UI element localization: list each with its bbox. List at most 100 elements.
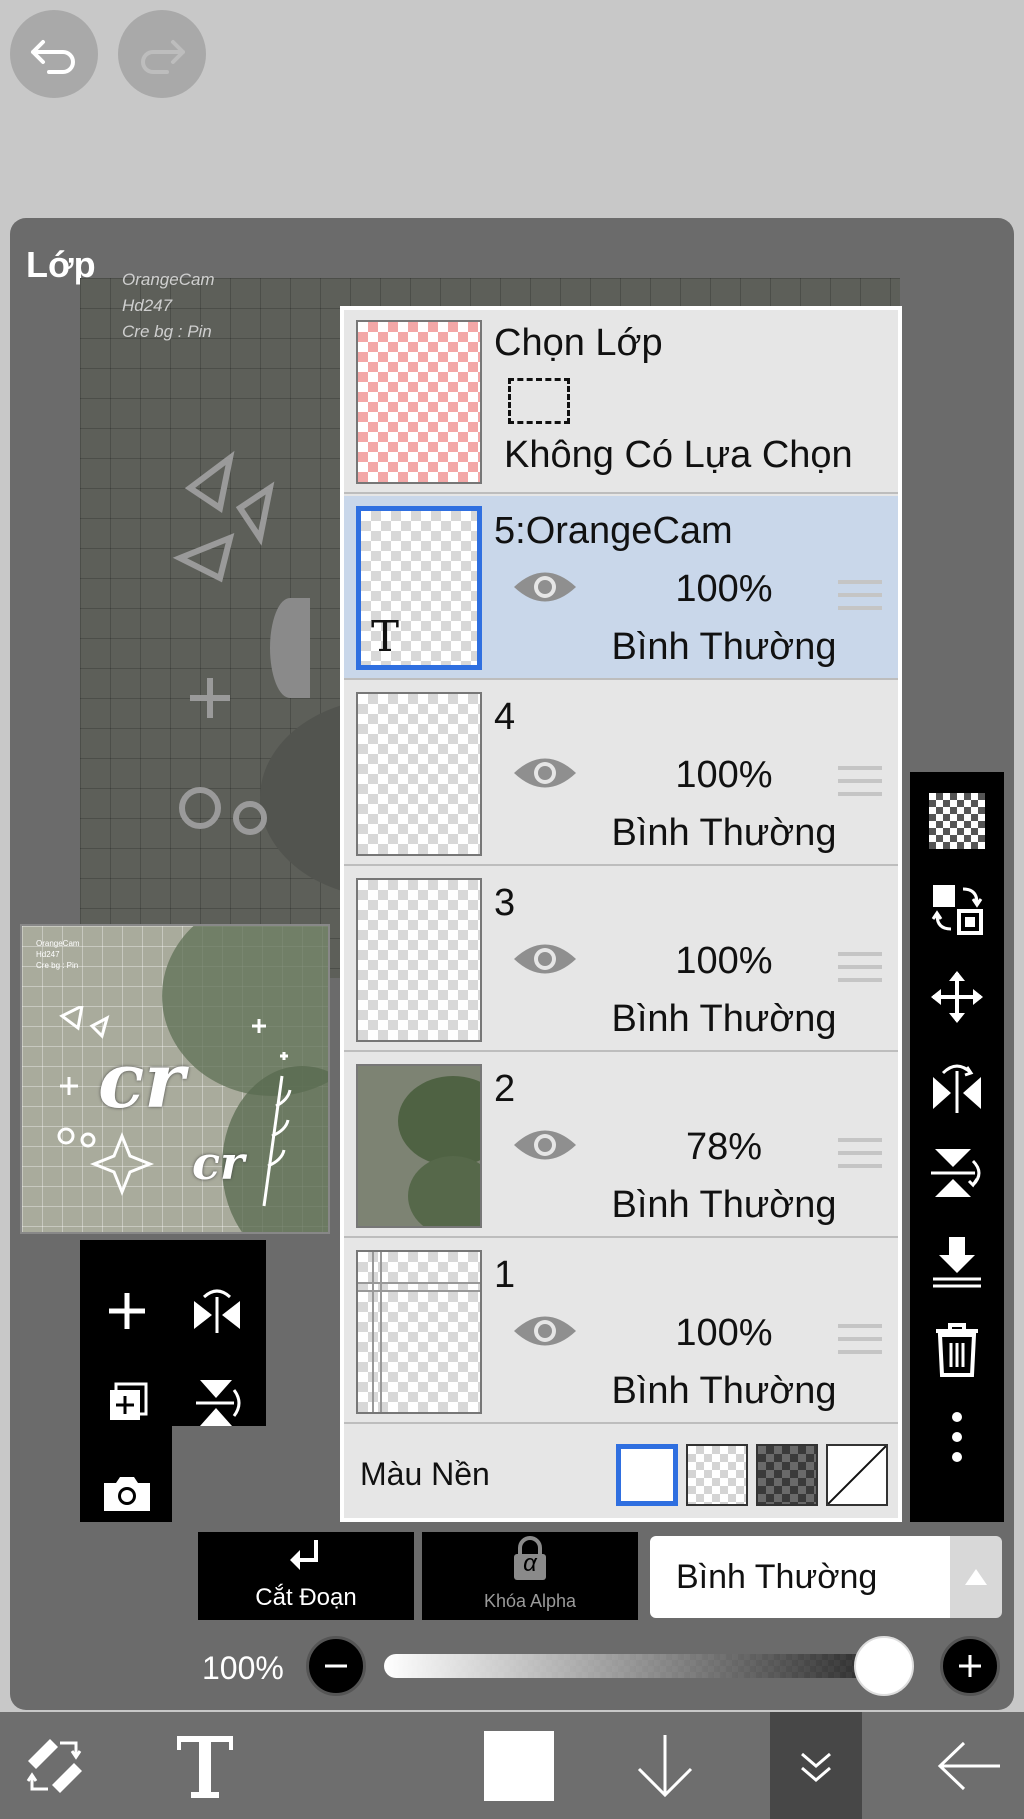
trash-icon (936, 1323, 978, 1377)
arrow-down-icon (637, 1734, 693, 1797)
layer-row-2[interactable]: 2 78% Bình Thường (344, 1054, 898, 1238)
arrow-left-icon (937, 1741, 1000, 1790)
flip-vertical-button[interactable] (922, 1138, 992, 1208)
watermark-line: Cre bg : Pin (122, 322, 212, 341)
visibility-toggle[interactable] (512, 1310, 578, 1357)
eye-icon (514, 758, 576, 788)
layer-row-5[interactable]: T 5:OrangeCam 100% Bình Thường (344, 496, 898, 680)
text-tool-button[interactable] (150, 1712, 260, 1819)
add-layer-button[interactable] (92, 1276, 162, 1346)
visibility-toggle[interactable] (512, 1124, 578, 1171)
more-options-button[interactable] (922, 1402, 992, 1472)
layer-name: 4 (494, 696, 516, 738)
opacity-label: 100% (202, 1650, 284, 1686)
selection-layer-title: Chọn Lớp (494, 322, 663, 364)
bg-swatch-white[interactable] (616, 1444, 678, 1506)
transparent-fill-button[interactable] (922, 786, 992, 856)
redo-button[interactable] (118, 10, 206, 98)
swap-icon (931, 885, 983, 935)
camera-icon (104, 1477, 150, 1511)
undo-button[interactable] (10, 10, 98, 98)
layers-panel-toggle[interactable] (770, 1712, 862, 1819)
background-color-label: Màu Nền (360, 1456, 490, 1492)
drag-handle-icon[interactable] (838, 1138, 882, 1177)
visibility-toggle[interactable] (512, 566, 578, 613)
current-color-swatch (484, 1730, 554, 1801)
layer-list: Chọn Lớp Không Có Lựa Chọn T 5:OrangeCam… (340, 306, 902, 1522)
visibility-toggle[interactable] (512, 752, 578, 799)
clipping-label: Cắt Đoạn (255, 1584, 357, 1611)
layer-thumbnail: T (356, 506, 482, 670)
checker-icon (929, 793, 985, 849)
blend-mode-select[interactable]: Bình Thường (650, 1536, 950, 1618)
text-tool-icon (177, 1735, 233, 1798)
layer-panel: Lớp OrangeCam Hd247 Cre bg : Pin OrangeC… (10, 218, 1014, 1710)
triangle-up-icon (965, 1569, 987, 1585)
opacity-increase-button[interactable] (940, 1636, 1000, 1696)
layer-name: 2 (494, 1068, 516, 1110)
eye-icon (514, 572, 576, 602)
add-copy-icon (110, 1382, 148, 1420)
layer-name: 3 (494, 882, 516, 924)
eye-icon (514, 944, 576, 974)
color-swatch-button[interactable] (464, 1712, 574, 1819)
visibility-toggle[interactable] (512, 938, 578, 985)
right-toolbar (910, 772, 1004, 1522)
flip-horizontal-layer-button[interactable] (182, 1276, 252, 1346)
drag-handle-icon[interactable] (838, 580, 882, 619)
flip-vertical-layer-button[interactable] (182, 1368, 252, 1438)
bg-swatch-dark-checker[interactable] (756, 1444, 818, 1506)
layer-thumbnail (356, 1250, 482, 1414)
eye-icon (514, 1316, 576, 1346)
flip-horizontal-icon (194, 1289, 240, 1333)
chevrons-down-icon (801, 1752, 831, 1782)
layer-thumbnail (356, 692, 482, 856)
canvas-thumbnail[interactable]: OrangeCam Hd247 Cre bg : Pin cr cr (20, 924, 330, 1234)
layer-thumbnail (356, 1064, 482, 1228)
flip-horizontal-button[interactable] (922, 1050, 992, 1120)
background-color-row: Màu Nền (344, 1426, 898, 1522)
opacity-slider[interactable] (384, 1654, 904, 1678)
layer-row-3[interactable]: 3 100% Bình Thường (344, 868, 898, 1052)
selection-status: Không Có Lựa Chọn (504, 434, 853, 476)
clip-arrow-icon (290, 1540, 318, 1570)
opacity-slider-knob[interactable] (854, 1636, 914, 1696)
minus-icon (325, 1664, 347, 1668)
plus-icon (959, 1655, 981, 1677)
swap-layer-button[interactable] (922, 874, 992, 944)
merge-down-button[interactable] (922, 1226, 992, 1296)
delete-layer-button[interactable] (922, 1314, 992, 1384)
opacity-decrease-button[interactable] (306, 1636, 366, 1696)
move-button[interactable] (922, 962, 992, 1032)
eye-icon (514, 1130, 576, 1160)
flip-vertical-icon (196, 1380, 241, 1426)
flip-vertical-icon (931, 1149, 981, 1197)
camera-button[interactable] (92, 1458, 162, 1528)
layer-row-4[interactable]: 4 100% Bình Thường (344, 682, 898, 866)
drag-handle-icon[interactable] (838, 952, 882, 991)
bg-swatch-light-checker[interactable] (686, 1444, 748, 1506)
add-layer-copy-button[interactable] (92, 1368, 162, 1438)
layer-row-1[interactable]: 1 100% Bình Thường (344, 1240, 898, 1424)
blend-mode-dropdown-button[interactable] (950, 1536, 1002, 1618)
clipping-button[interactable]: Cắt Đoạn (198, 1532, 414, 1620)
layer-blend-mode: Bình Thường (611, 998, 837, 1040)
bottom-toolbar (0, 1712, 1024, 1819)
layer-blend-mode: Bình Thường (611, 1370, 837, 1412)
layer-blend-mode: Bình Thường (611, 812, 837, 854)
selection-layer-thumbnail (356, 320, 482, 484)
transform-tool-button[interactable] (0, 1712, 110, 1819)
watermark-line: OrangeCam (122, 270, 215, 289)
move-down-button[interactable] (610, 1712, 720, 1819)
drag-handle-icon[interactable] (838, 1324, 882, 1363)
blend-mode-value: Bình Thường (676, 1558, 878, 1596)
alpha-lock-button[interactable]: α Khóa Alpha (422, 1532, 638, 1620)
layer-opacity: 100% (675, 568, 773, 610)
drag-handle-icon[interactable] (838, 766, 882, 805)
back-button[interactable] (914, 1712, 1024, 1819)
plus-icon (109, 1293, 145, 1329)
eraser-swap-icon (26, 1738, 82, 1793)
selection-layer-row[interactable]: Chọn Lớp Không Có Lựa Chọn (344, 310, 898, 494)
bg-swatch-none[interactable] (826, 1444, 888, 1506)
text-layer-glyph: T (371, 612, 400, 661)
